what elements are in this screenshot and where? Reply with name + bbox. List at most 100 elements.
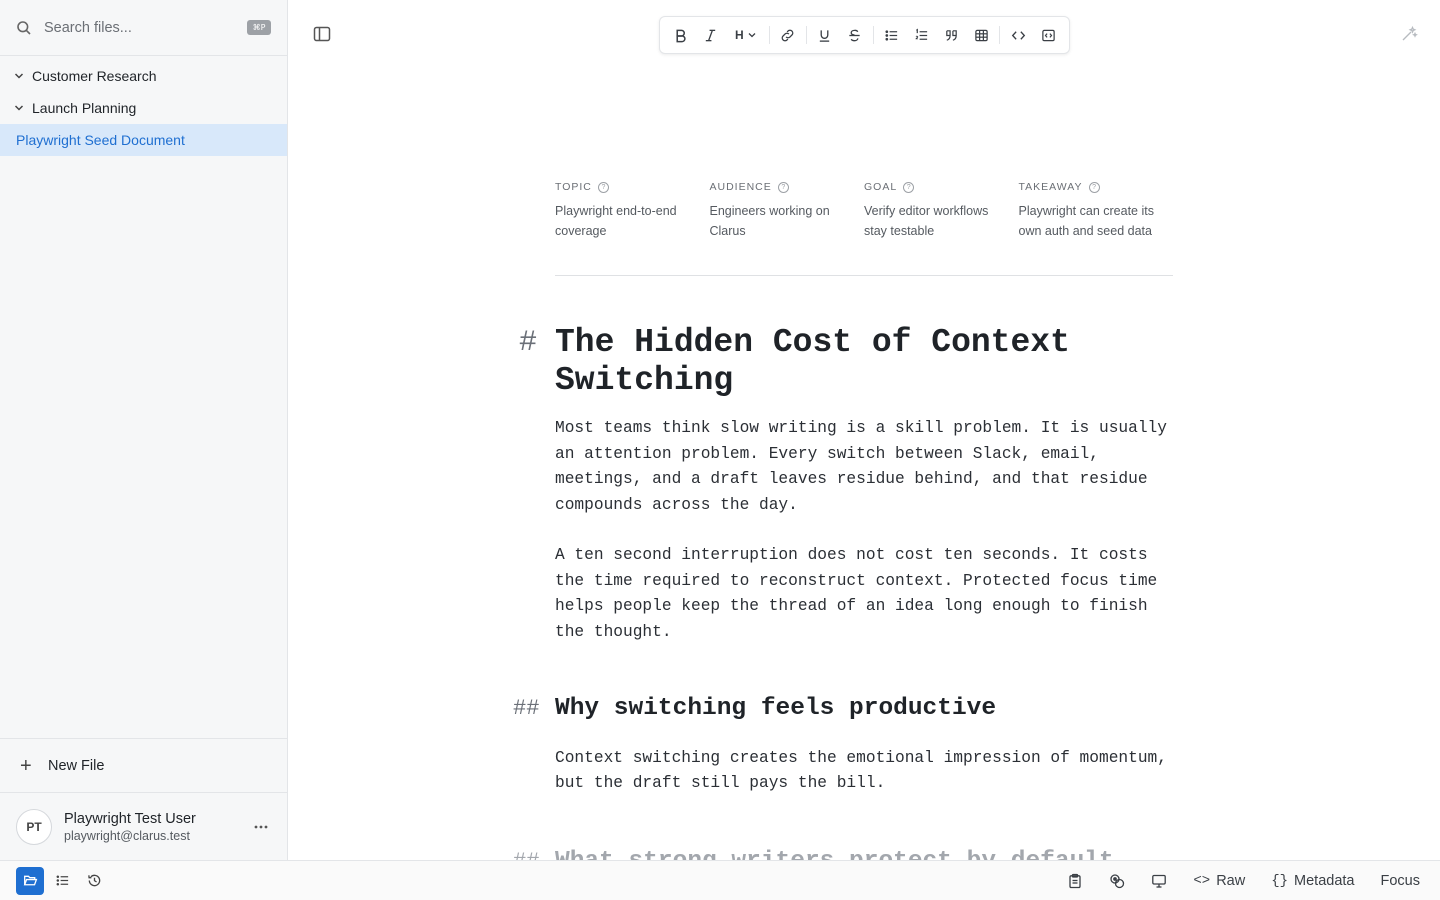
- history-icon: [87, 874, 100, 887]
- quote-button[interactable]: [936, 21, 966, 49]
- link-button[interactable]: [773, 21, 803, 49]
- file-tree: Customer Research Launch Planning Playwr…: [0, 56, 287, 156]
- new-file-label: New File: [48, 757, 105, 774]
- numbered-list-icon: [915, 28, 927, 40]
- strikethrough-icon: [849, 29, 860, 41]
- link-icon: [781, 29, 794, 41]
- document-metadata: TOPIC? Playwright end-to-end coverage AU…: [555, 180, 1173, 276]
- list-icon: [56, 875, 68, 886]
- formatting-toolbar: H: [659, 16, 1070, 54]
- sidebar-panel-icon: [313, 26, 331, 42]
- section-heading-text: What strong writers protect by default: [555, 848, 1114, 860]
- help-icon[interactable]: ?: [777, 181, 789, 193]
- code-block-button[interactable]: [1033, 21, 1063, 49]
- folder-label: Launch Planning: [32, 100, 137, 116]
- heading-marker: #: [519, 326, 538, 360]
- user-email: playwright@clarus.test: [64, 828, 190, 843]
- chevron-down-icon: [748, 33, 756, 38]
- search-bar: ⌘P: [0, 0, 287, 56]
- metadata-button[interactable]: {} Metadata: [1271, 867, 1354, 895]
- braces-icon: {}: [1271, 872, 1289, 889]
- user-profile: PT Playwright Test User playwright@claru…: [0, 792, 287, 860]
- folder-customer-research[interactable]: Customer Research: [0, 60, 287, 92]
- plus-icon: +: [20, 754, 32, 777]
- toolbar-divider: [999, 26, 1001, 44]
- numbered-list-button[interactable]: [906, 21, 936, 49]
- file-item-playwright-seed-document[interactable]: Playwright Seed Document: [0, 124, 287, 156]
- table-button[interactable]: [966, 21, 996, 49]
- metadata-label-text: TOPIC: [555, 181, 592, 193]
- toolbar-divider: [768, 26, 770, 44]
- document-body[interactable]: # The Hidden Cost of Context Switching M…: [513, 320, 1175, 860]
- metadata-topic: TOPIC? Playwright end-to-end coverage: [555, 180, 710, 275]
- file-label: Playwright Seed Document: [16, 132, 185, 148]
- sidebar: ⌘P Customer Research Launch Planning Pla…: [0, 0, 288, 860]
- bullet-list-button[interactable]: [877, 21, 907, 49]
- underline-button[interactable]: [810, 21, 840, 49]
- underline-icon: [819, 29, 830, 42]
- code-button[interactable]: [1003, 21, 1033, 49]
- metadata-value[interactable]: Engineers working on Clarus: [710, 201, 851, 241]
- status-bar: <> Raw {} Metadata Focus: [0, 860, 1440, 900]
- document-title[interactable]: # The Hidden Cost of Context Switching: [519, 324, 1175, 400]
- toolbar-divider: [872, 26, 874, 44]
- strikethrough-button[interactable]: [840, 21, 870, 49]
- bold-button[interactable]: [666, 21, 696, 49]
- monitor-icon: [1152, 874, 1167, 888]
- metadata-label-text: GOAL: [864, 181, 898, 193]
- palette-icon: [1110, 873, 1125, 888]
- focus-mode-label: Focus: [1380, 872, 1421, 889]
- section-heading[interactable]: ## Why switching feels productive: [513, 694, 1175, 724]
- more-options-button[interactable]: [247, 813, 275, 841]
- paragraph[interactable]: Most teams think slow writing is a skill…: [555, 416, 1175, 519]
- raw-mode-button[interactable]: <> Raw: [1193, 867, 1245, 895]
- section-heading-text: Why switching feels productive: [555, 694, 997, 722]
- editor-area: H TOPIC ? Playwright end-to-end coverage…: [288, 0, 1440, 860]
- raw-mode-label: Raw: [1216, 872, 1246, 889]
- search-icon: [16, 20, 32, 36]
- search-input[interactable]: [44, 19, 247, 36]
- bold-icon: [676, 29, 687, 42]
- section-heading[interactable]: ## What strong writers protect by defaul…: [513, 847, 1175, 860]
- status-actions: <> Raw {} Metadata Focus: [1041, 867, 1440, 895]
- preview-button[interactable]: [1151, 867, 1167, 895]
- heading-marker: ##: [513, 695, 540, 721]
- theme-button[interactable]: [1109, 867, 1125, 895]
- avatar: PT: [16, 808, 52, 845]
- metadata-value[interactable]: Verify editor workflows stay testable: [864, 201, 1005, 241]
- user-name: Playwright Test User: [64, 810, 196, 827]
- help-icon[interactable]: ?: [1088, 181, 1100, 193]
- metadata-label: Metadata: [1294, 872, 1355, 889]
- table-icon: [974, 29, 988, 41]
- files-view-button[interactable]: [16, 866, 44, 895]
- heading-dropdown[interactable]: H: [726, 21, 766, 49]
- clipboard-icon: [1069, 873, 1082, 888]
- toolbar-divider: [805, 26, 807, 44]
- paragraph[interactable]: A ten second interruption does not cost …: [555, 543, 1175, 646]
- help-icon[interactable]: ?: [597, 181, 609, 193]
- toggle-sidebar-button[interactable]: [312, 24, 332, 44]
- metadata-label-text: TAKEAWAY: [1018, 181, 1083, 193]
- metadata-value[interactable]: Playwright end-to-end coverage: [555, 201, 696, 241]
- user-info: Playwright Test User playwright@clarus.t…: [64, 811, 247, 843]
- italic-icon: [706, 29, 716, 41]
- metadata-label: GOAL?: [864, 180, 1005, 194]
- new-file-button[interactable]: + New File: [0, 738, 287, 792]
- focus-mode-button[interactable]: Focus: [1381, 867, 1421, 895]
- metadata-goal: GOAL? Verify editor workflows stay testa…: [864, 180, 1019, 275]
- sparkle-icon[interactable]: [1400, 25, 1418, 43]
- history-view-button[interactable]: [80, 867, 108, 895]
- chevron-down-icon: [12, 69, 26, 83]
- italic-button[interactable]: [696, 21, 726, 49]
- clipboard-button[interactable]: [1067, 867, 1083, 895]
- metadata-takeaway: TAKEAWAY? Playwright can create its own …: [1019, 180, 1174, 275]
- paragraph[interactable]: Context switching creates the emotional …: [555, 746, 1175, 797]
- folder-launch-planning[interactable]: Launch Planning: [0, 92, 287, 124]
- help-icon[interactable]: ?: [903, 181, 915, 193]
- chevron-down-icon: [12, 101, 26, 115]
- code-block-icon: [1041, 29, 1055, 41]
- metadata-label: TAKEAWAY?: [1019, 180, 1160, 194]
- outline-view-button[interactable]: [48, 867, 76, 895]
- metadata-label-text: AUDIENCE: [709, 181, 772, 193]
- metadata-value[interactable]: Playwright can create its own auth and s…: [1019, 201, 1160, 241]
